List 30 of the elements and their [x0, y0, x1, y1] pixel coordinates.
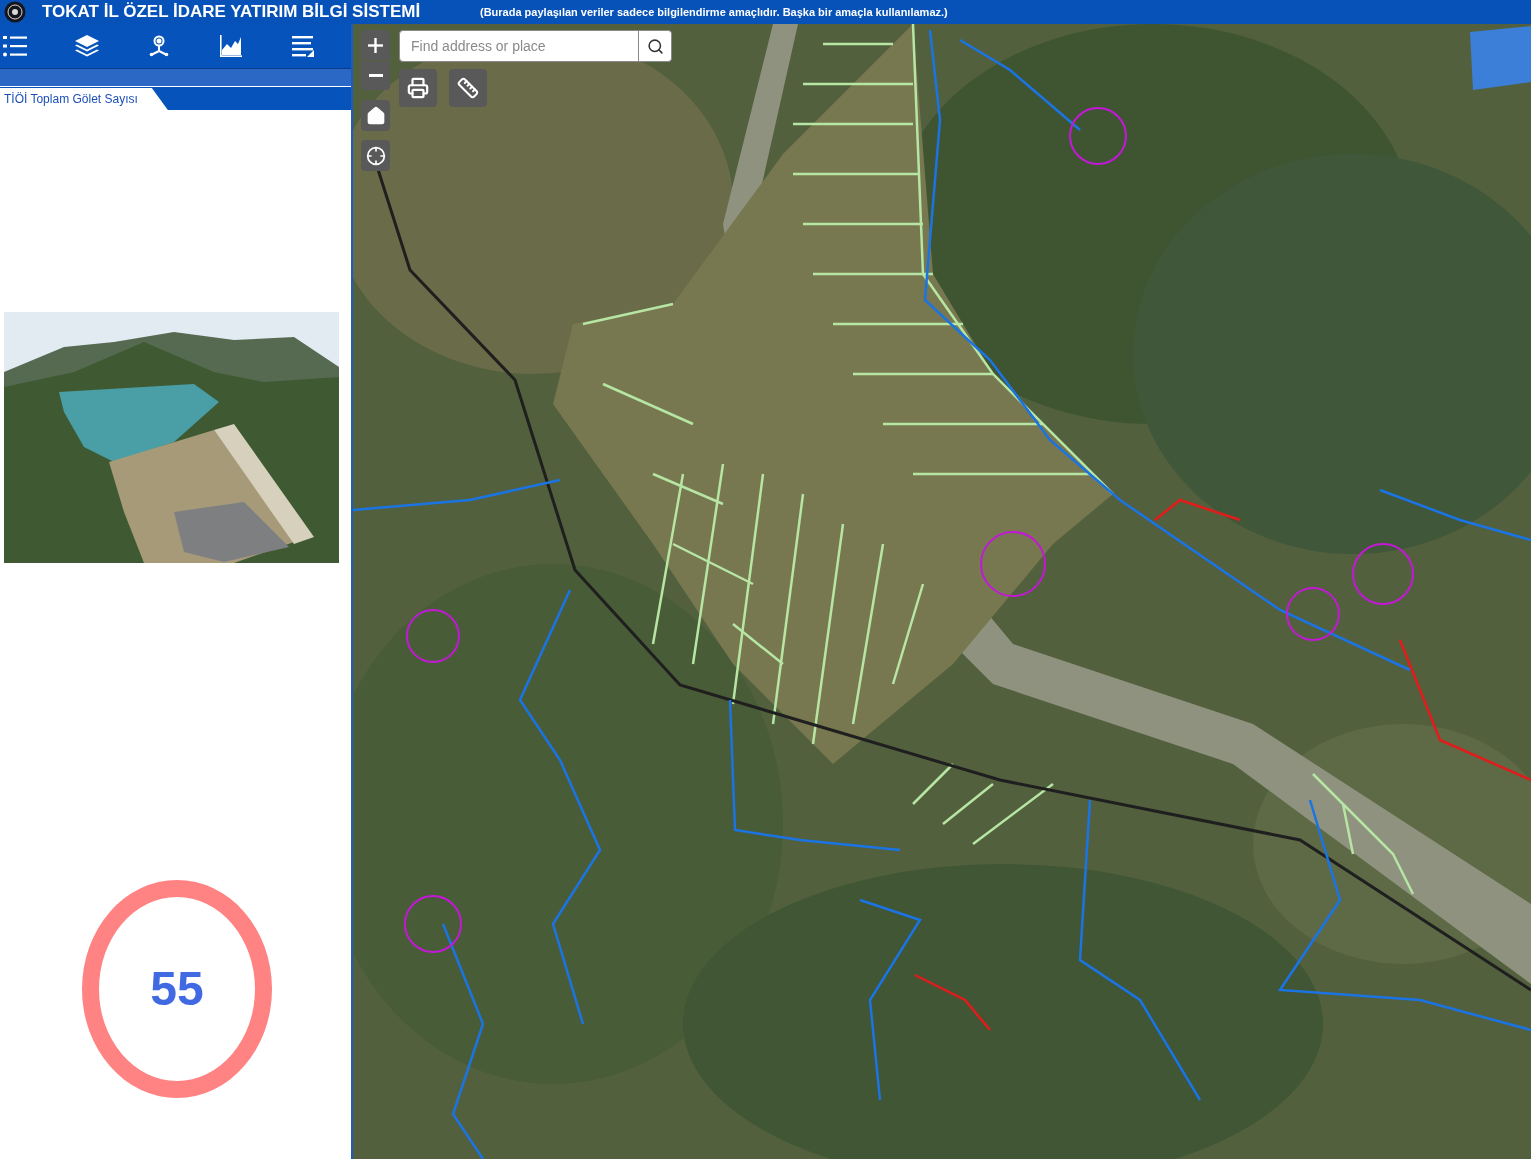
print-button[interactable]: [399, 69, 437, 107]
layers-icon: [75, 35, 99, 57]
crosshair-icon: [365, 145, 386, 166]
minus-icon: [368, 74, 383, 77]
round-emblem-icon: [4, 1, 26, 23]
plus-icon: [368, 37, 383, 53]
search-field[interactable]: Find address or place: [399, 30, 639, 62]
search-icon: [646, 37, 664, 55]
home-button[interactable]: [361, 100, 390, 131]
list-icon: [3, 35, 27, 57]
ruler-icon: [457, 77, 479, 99]
measure-button[interactable]: [449, 69, 487, 107]
locate-button[interactable]: [361, 140, 390, 171]
zoom-out-button[interactable]: [361, 61, 390, 90]
chart-tool-button[interactable]: [219, 34, 243, 58]
list-tool-button[interactable]: [3, 34, 27, 58]
disclaimer-text: (Burada paylaşılan veriler sadece bilgilendirme amaçlıdır. Başka bir amaçla kullanılamaz.): [480, 5, 948, 20]
panel-tab[interactable]: TİÖİ Toplam Gölet Sayısı: [0, 88, 168, 110]
pin-tool-button[interactable]: [147, 34, 171, 58]
zoom-in-button[interactable]: [361, 30, 390, 60]
menu-tool-button[interactable]: [291, 34, 315, 58]
menu-lines-icon: [292, 35, 314, 57]
app-title: TOKAT İL ÖZEL İDARE YATIRIM BİLGİ SİSTEMİ: [42, 1, 421, 23]
printer-icon: [407, 77, 429, 99]
area-chart-icon: [220, 35, 242, 57]
pin-network-icon: [149, 35, 169, 57]
home-icon: [365, 105, 386, 126]
layers-tool-button[interactable]: [75, 34, 99, 58]
search-button[interactable]: [639, 30, 672, 62]
pond-count: 55: [150, 965, 204, 1013]
